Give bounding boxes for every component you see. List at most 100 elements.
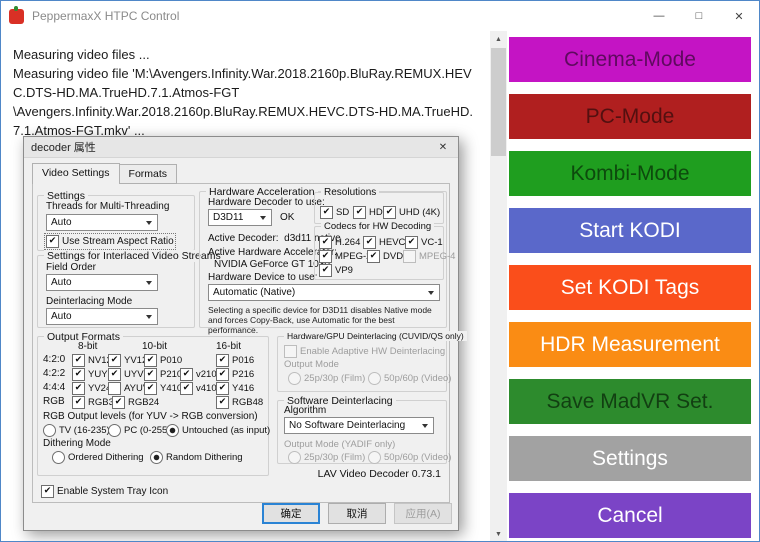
tab-page-video-settings: Settings Threads for Multi-Threading Aut…	[32, 183, 450, 503]
checkbox-vp9[interactable]: VP9	[319, 264, 353, 277]
group-hardware-acceleration: Hardware Acceleration Hardware Decoder t…	[199, 191, 447, 328]
radio-sw-deint-video[interactable]: 50p/60p (Video)	[368, 451, 451, 464]
radio-untouched-levels[interactable]: Untouched (as input)	[166, 424, 270, 437]
scroll-up-icon[interactable]: ▲	[490, 31, 507, 48]
tab-video-settings[interactable]: Video Settings	[32, 163, 120, 184]
checkbox-mpeg2[interactable]: MPEG-2	[319, 250, 371, 263]
group-hw-deinterlacing: Hardware/GPU Deinterlacing (CUVID/QS onl…	[277, 336, 447, 392]
checkbox-p010[interactable]: P010	[144, 354, 182, 367]
dialog-close-icon[interactable]: ✕	[428, 137, 458, 158]
group-output-formats: Output Formats 8-bit 10-bit 16-bit 4:2:0…	[37, 336, 269, 476]
threads-label: Threads for Multi-Threading	[46, 201, 169, 212]
checkbox-y410[interactable]: Y410	[144, 382, 182, 395]
checkbox-uhd-4k[interactable]: UHD (4K)	[383, 206, 440, 219]
radio-tv-levels[interactable]: TV (16-235)	[43, 424, 110, 437]
threads-dropdown[interactable]: Auto	[46, 214, 158, 231]
checkbox-yv12[interactable]: YV12	[108, 354, 147, 367]
checkbox-hevc[interactable]: HEVC	[363, 236, 405, 249]
hw-decoder-label: Hardware Decoder to use:	[208, 197, 325, 208]
lav-version-text: LAV Video Decoder 0.73.1	[318, 468, 441, 480]
maximize-button[interactable]: □	[679, 1, 719, 31]
sidebar-button-start-kodi[interactable]: Start KODI	[509, 208, 751, 253]
checkbox-adaptive-hw-deinterlacing[interactable]: Enable Adaptive HW Deinterlacing	[284, 345, 445, 358]
field-order-dropdown[interactable]: Auto	[46, 274, 158, 291]
checkbox-p016[interactable]: P016	[216, 354, 254, 367]
checkbox-y416[interactable]: Y416	[216, 382, 254, 395]
deinterlacing-mode-label: Deinterlacing Mode	[46, 296, 132, 307]
sidebar-button-save-madvr[interactable]: Save MadVR Set.	[509, 379, 751, 424]
radio-random-dithering[interactable]: Random Dithering	[150, 451, 243, 464]
sidebar-button-pc-mode[interactable]: PC-Mode	[509, 94, 751, 139]
group-settings: Settings Threads for Multi-Threading Aut…	[37, 195, 195, 251]
deinterlacing-mode-dropdown[interactable]: Auto	[46, 308, 158, 325]
checkbox-enable-system-tray-icon[interactable]: Enable System Tray Icon	[41, 485, 168, 498]
log-line: Measuring video file 'M:\Avengers.Infini…	[13, 64, 478, 102]
checkbox-p210[interactable]: P210	[144, 368, 182, 381]
hw-decoder-status: OK	[280, 212, 294, 223]
scroll-down-icon[interactable]: ▼	[490, 526, 507, 542]
sw-deint-algorithm-dropdown[interactable]: No Software Deinterlacing	[284, 417, 434, 434]
radio-ordered-dithering[interactable]: Ordered Dithering	[52, 451, 144, 464]
active-accelerator-value: NVIDIA GeForce GT 1030	[214, 259, 330, 270]
dialog-title: decoder 属性	[31, 139, 96, 155]
app-window: PeppermaxX HTPC Control — □ ✕ Measuring …	[0, 0, 760, 542]
checkbox-rgb24[interactable]: RGB24	[112, 396, 159, 409]
checkbox-v410[interactable]: v410	[180, 382, 217, 395]
checkbox-sd[interactable]: SD	[320, 206, 349, 219]
checkbox-rgb48[interactable]: RGB48	[216, 396, 263, 409]
checkbox-p216[interactable]: P216	[216, 368, 254, 381]
sidebar: Cinema-Mode PC-Mode Kombi-Mode Start KOD…	[507, 31, 759, 541]
log-scrollbar[interactable]: ▲ ▼	[490, 31, 507, 542]
hw-decoder-dropdown[interactable]: D3D11	[208, 209, 272, 226]
ok-button[interactable]: 确定	[262, 503, 320, 524]
checkbox-use-stream-aspect-ratio[interactable]: Use Stream Aspect Ratio	[46, 235, 174, 248]
checkbox-mpeg4[interactable]: MPEG-4	[403, 250, 455, 263]
hw-device-dropdown[interactable]: Automatic (Native)	[208, 284, 440, 301]
sidebar-button-hdr-measurement[interactable]: HDR Measurement	[509, 322, 751, 367]
group-interlaced-title: Settings for Interlaced Video Streams	[44, 250, 224, 262]
row-label-rgb: RGB	[43, 396, 65, 407]
row-label-422: 4:2:2	[43, 368, 65, 379]
sidebar-button-kombi-mode[interactable]: Kombi-Mode	[509, 151, 751, 196]
checkbox-dvd[interactable]: DVD	[367, 250, 403, 263]
cancel-button[interactable]: 取消	[328, 503, 386, 524]
row-label-420: 4:2:0	[43, 354, 65, 365]
checkbox-hd[interactable]: HD	[353, 206, 383, 219]
group-sw-deinterlacing: Software Deinterlacing Algorithm No Soft…	[277, 400, 447, 464]
log-line: \Avengers.Infinity.War.2018.2160p.BluRay…	[13, 102, 478, 140]
tab-formats[interactable]: Formats	[119, 164, 178, 184]
checkbox-ayuv[interactable]: AYUV	[108, 382, 149, 395]
checkbox-vc1[interactable]: VC-1	[405, 236, 443, 249]
resolutions-title: Resolutions	[321, 187, 379, 198]
checkbox-h264[interactable]: H.264	[319, 236, 360, 249]
active-decoder-label: Active Decoder:	[208, 233, 279, 244]
checkbox-yuy2[interactable]: YUY2	[72, 368, 113, 381]
hw-device-label: Hardware Device to use:	[208, 272, 318, 283]
sidebar-button-cancel[interactable]: Cancel	[509, 493, 751, 538]
dialog-button-row: 确定 取消 应用(A)	[262, 503, 452, 524]
sidebar-button-set-kodi-tags[interactable]: Set KODI Tags	[509, 265, 751, 310]
field-order-label: Field Order	[46, 262, 96, 273]
checkbox-v210[interactable]: v210	[180, 368, 217, 381]
apply-button[interactable]: 应用(A)	[394, 503, 452, 524]
radio-hw-deint-video[interactable]: 50p/60p (Video)	[368, 372, 451, 385]
checkbox-nv12[interactable]: NV12	[72, 354, 112, 367]
close-button[interactable]: ✕	[719, 1, 759, 31]
radio-pc-levels[interactable]: PC (0-255)	[108, 424, 170, 437]
window-title: PeppermaxX HTPC Control	[32, 9, 179, 23]
app-icon	[9, 9, 24, 24]
col-header-16bit: 16-bit	[216, 341, 241, 352]
radio-hw-deint-film[interactable]: 25p/30p (Film)	[288, 372, 365, 385]
dialog-titlebar[interactable]: decoder 属性 ✕	[24, 137, 458, 158]
minimize-button[interactable]: —	[639, 1, 679, 31]
subgroup-resolutions: Resolutions SD HD UHD (4K)	[314, 192, 444, 224]
col-header-8bit: 8-bit	[78, 341, 97, 352]
log-line: Measuring video files ...	[13, 45, 478, 64]
group-hw-deint-title: Hardware/GPU Deinterlacing (CUVID/QS onl…	[284, 331, 467, 341]
radio-sw-deint-film[interactable]: 25p/30p (Film)	[288, 451, 365, 464]
algorithm-label: Algorithm	[284, 405, 326, 416]
checkbox-yv24[interactable]: YV24	[72, 382, 111, 395]
scrollbar-thumb[interactable]	[491, 48, 506, 156]
sidebar-button-cinema-mode[interactable]: Cinema-Mode	[509, 37, 751, 82]
sidebar-button-settings[interactable]: Settings	[509, 436, 751, 481]
